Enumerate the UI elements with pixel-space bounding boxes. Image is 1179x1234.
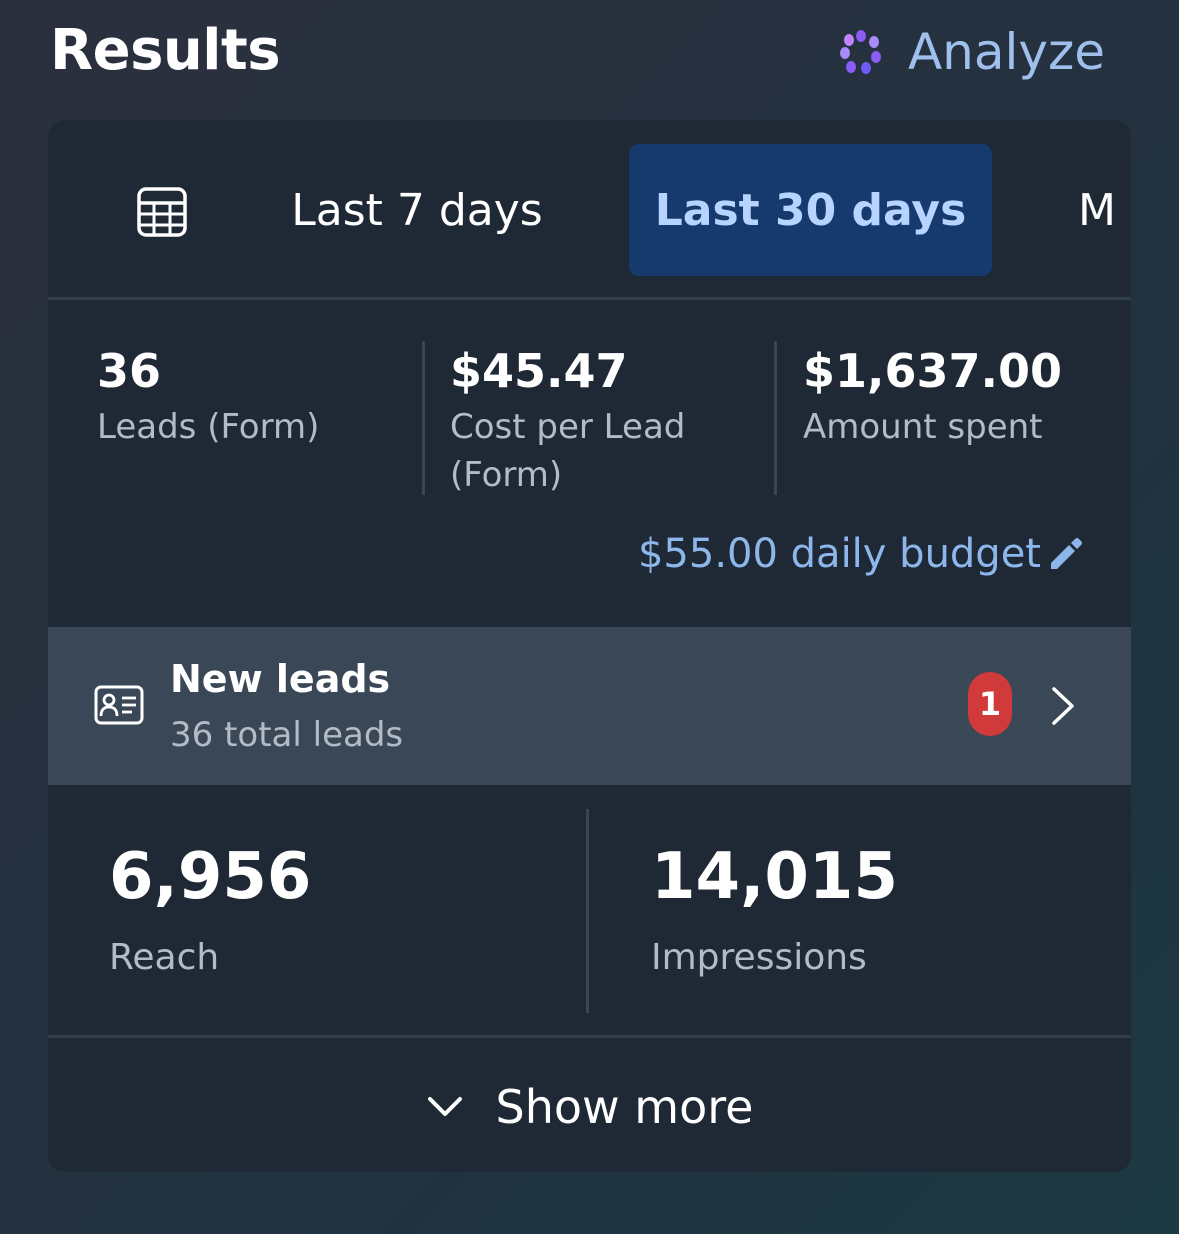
show-more-label: Show more (495, 1079, 754, 1134)
metric-label: Reach (109, 937, 220, 978)
stat-label: Cost per Lead (Form) (450, 407, 686, 495)
tab-next-partial[interactable]: M (1078, 144, 1131, 276)
divider (586, 809, 589, 1013)
page-title: Results (50, 18, 281, 83)
pencil-icon (1051, 538, 1082, 569)
notification-badge: 1 (968, 672, 1012, 736)
daily-budget-link[interactable]: $55.00 daily budget (638, 527, 1085, 581)
new-leads-row[interactable]: New leads 36 total leads 1 (48, 627, 1131, 785)
reach-impressions: 6,956 Reach 14,015 Impressions (48, 785, 1131, 1038)
calendar-grid-icon[interactable] (134, 184, 190, 240)
new-leads-subtitle: 36 total leads (170, 715, 404, 755)
analyze-label: Analyze (907, 23, 1105, 81)
divider (422, 341, 425, 495)
date-range-tabs: Last 7 days Last 30 days M (48, 120, 1131, 300)
metric-reach: 6,956 Reach (109, 837, 311, 978)
tab-last-7-days[interactable]: Last 7 days (264, 144, 570, 276)
chevron-right-icon (1052, 687, 1074, 725)
stat-leads: 36 Leads (Form) (97, 339, 397, 451)
stat-value: 36 (97, 344, 162, 398)
daily-budget-label: $55.00 daily budget (637, 531, 1041, 577)
stat-cost-per-lead: $45.47 Cost per Lead (Form) (450, 339, 750, 499)
results-header: Results Analyze (0, 0, 1179, 110)
stat-value: $1,637.00 (803, 344, 1062, 398)
sparkle-icon (839, 30, 881, 74)
stat-label: Leads (Form) (97, 407, 320, 447)
metric-value: 14,015 (651, 840, 898, 914)
stat-amount-spent: $1,637.00 Amount spent (803, 339, 1123, 451)
stat-label: Amount spent (803, 407, 1043, 447)
summary-stats: 36 Leads (Form) $45.47 Cost per Lead (Fo… (48, 303, 1131, 627)
analyze-button[interactable]: Analyze (836, 22, 1105, 82)
stat-value: $45.47 (450, 344, 628, 398)
tab-last-30-days[interactable]: Last 30 days (629, 144, 992, 276)
metric-label: Impressions (651, 937, 867, 978)
show-more-button[interactable]: Show more (48, 1041, 1131, 1172)
new-leads-title: New leads (170, 657, 391, 701)
divider (774, 341, 777, 495)
chevron-down-icon (427, 1096, 462, 1116)
metric-value: 6,956 (109, 840, 312, 914)
results-card: Last 7 days Last 30 days M 36 Leads (For… (48, 120, 1131, 1172)
metric-impressions: 14,015 Impressions (651, 837, 898, 978)
contact-card-icon (94, 685, 144, 725)
